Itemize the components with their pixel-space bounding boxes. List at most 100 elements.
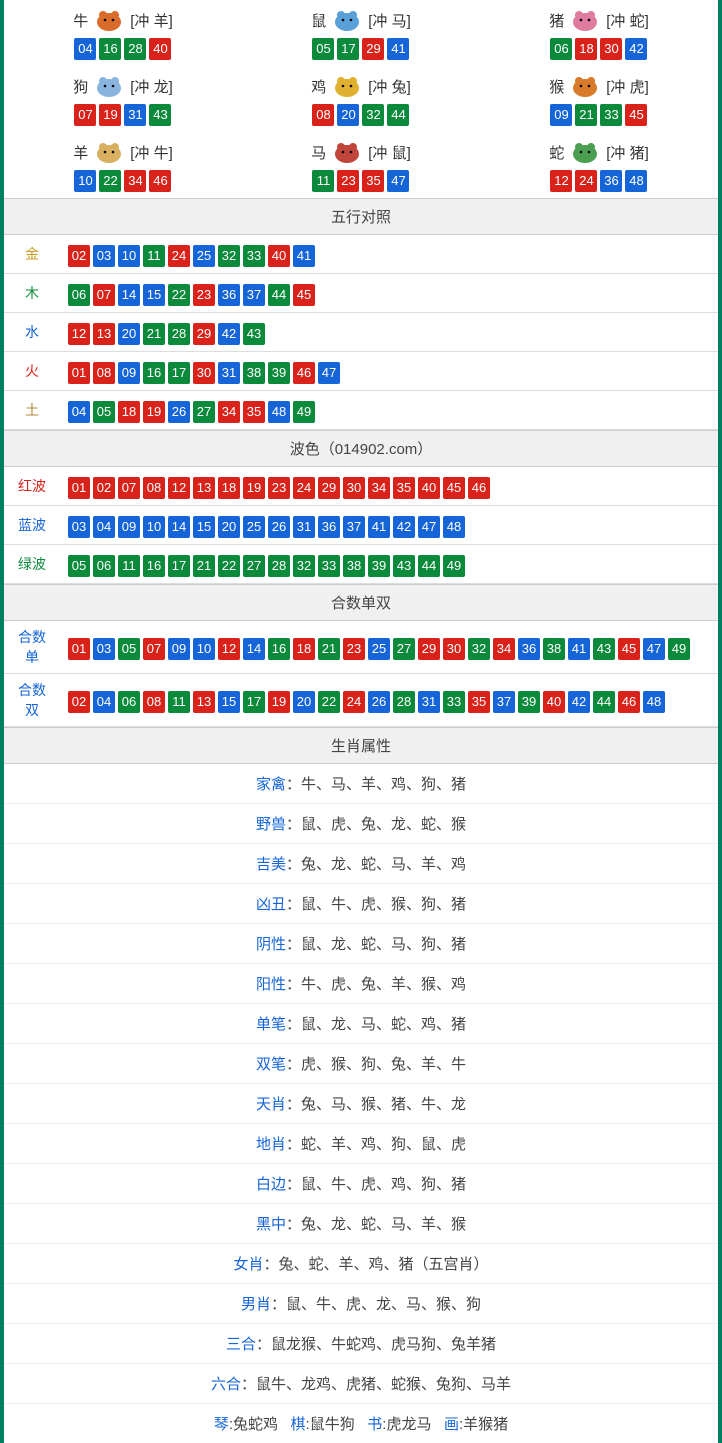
number-tile: 16 bbox=[143, 362, 165, 384]
attr-sep: ： bbox=[286, 1136, 301, 1153]
number-tile: 35 bbox=[393, 477, 415, 499]
number-tile: 18 bbox=[218, 477, 240, 499]
number-tile: 05 bbox=[312, 38, 334, 60]
number-tile: 34 bbox=[493, 638, 515, 660]
number-tile: 10 bbox=[143, 516, 165, 538]
number-tile: 31 bbox=[124, 104, 146, 126]
zodiac-row: 牛 [冲 羊] 04162840 鼠 [冲 马] 05172941 猪 [冲 蛇… bbox=[4, 0, 718, 66]
zodiac-head: 牛 [冲 羊] bbox=[5, 6, 241, 34]
row-numbers: 03040910141520252631363741424748 bbox=[60, 506, 718, 545]
number-tile: 12 bbox=[168, 477, 190, 499]
number-tile: 11 bbox=[312, 170, 334, 192]
zodiac-cell-ox: 牛 [冲 羊] 04162840 bbox=[5, 6, 241, 60]
heshu-table: 合数单 010305070910121416182123252729303234… bbox=[4, 621, 718, 727]
table-row: 合数双 020406081113151719202224262831333537… bbox=[4, 674, 718, 727]
number-tile: 43 bbox=[393, 555, 415, 577]
number-tile: 28 bbox=[393, 691, 415, 713]
number-tile: 32 bbox=[293, 555, 315, 577]
row-numbers: 05061116172122272832333839434449 bbox=[60, 545, 718, 584]
pig-icon bbox=[566, 6, 604, 34]
number-tile: 09 bbox=[118, 362, 140, 384]
footer-value: 鼠牛狗 bbox=[310, 1416, 355, 1433]
number-tile: 17 bbox=[168, 555, 190, 577]
number-tile: 18 bbox=[118, 401, 140, 423]
attr-sep: ： bbox=[241, 1376, 256, 1393]
table-row: 木 06071415222336374445 bbox=[4, 274, 718, 313]
attr-row: 女肖：兔、蛇、羊、鸡、猪（五宫肖） bbox=[4, 1244, 718, 1284]
number-tile: 20 bbox=[218, 516, 240, 538]
table-row: 合数单 010305070910121416182123252729303234… bbox=[4, 621, 718, 674]
number-tile: 48 bbox=[268, 401, 290, 423]
attr-sep: ： bbox=[286, 936, 301, 953]
number-tile: 16 bbox=[268, 638, 290, 660]
number-tile: 07 bbox=[118, 477, 140, 499]
row-numbers: 0102070812131819232429303435404546 bbox=[60, 467, 718, 506]
number-tile: 22 bbox=[168, 284, 190, 306]
zodiac-clash: [冲 兔] bbox=[368, 76, 411, 97]
attr-row: 六合：鼠牛、龙鸡、虎猪、蛇猴、兔狗、马羊 bbox=[4, 1364, 718, 1404]
footer-label: 琴 bbox=[214, 1416, 229, 1433]
number-tile: 40 bbox=[543, 691, 565, 713]
zodiac-name: 鸡 bbox=[311, 76, 326, 97]
number-tile: 30 bbox=[193, 362, 215, 384]
number-tile: 07 bbox=[74, 104, 96, 126]
attr-row: 白边：鼠、牛、虎、鸡、狗、猪 bbox=[4, 1164, 718, 1204]
number-tile: 38 bbox=[343, 555, 365, 577]
attr-value: 鼠龙猴、牛蛇鸡、虎马狗、兔羊猪 bbox=[271, 1336, 496, 1353]
attr-sep: ： bbox=[256, 1336, 271, 1353]
number-tile: 46 bbox=[293, 362, 315, 384]
table-row: 水 1213202128294243 bbox=[4, 313, 718, 352]
number-tile: 33 bbox=[443, 691, 465, 713]
number-tile: 40 bbox=[149, 38, 171, 60]
attr-sep: ： bbox=[286, 976, 301, 993]
attr-value: 鼠、牛、虎、龙、马、猴、狗 bbox=[286, 1296, 481, 1313]
zodiac-row: 狗 [冲 龙] 07193143 鸡 [冲 兔] 08203244 猴 [冲 虎… bbox=[4, 66, 718, 132]
page-container: 牛 [冲 羊] 04162840 鼠 [冲 马] 05172941 猪 [冲 蛇… bbox=[0, 0, 722, 1443]
number-tile: 45 bbox=[625, 104, 647, 126]
number-tile: 08 bbox=[93, 362, 115, 384]
attr-value: 蛇、羊、鸡、狗、鼠、虎 bbox=[301, 1136, 466, 1153]
row-label: 金 bbox=[4, 235, 60, 274]
attr-row: 男肖：鼠、牛、虎、龙、马、猴、狗 bbox=[4, 1284, 718, 1324]
attr-value: 鼠、龙、马、蛇、鸡、猪 bbox=[301, 1016, 466, 1033]
zodiac-numbers: 09213345 bbox=[481, 104, 717, 126]
number-tile: 04 bbox=[68, 401, 90, 423]
number-tile: 11 bbox=[118, 555, 140, 577]
number-tile: 33 bbox=[318, 555, 340, 577]
number-tile: 34 bbox=[124, 170, 146, 192]
number-tile: 48 bbox=[643, 691, 665, 713]
number-tile: 08 bbox=[143, 477, 165, 499]
zodiac-name: 马 bbox=[311, 142, 326, 163]
table-row: 火 0108091617303138394647 bbox=[4, 352, 718, 391]
zodiac-numbers: 07193143 bbox=[5, 104, 241, 126]
zodiac-clash: [冲 猪] bbox=[606, 142, 649, 163]
row-label: 红波 bbox=[4, 467, 60, 506]
number-tile: 47 bbox=[318, 362, 340, 384]
row-label: 火 bbox=[4, 352, 60, 391]
attr-label: 阴性 bbox=[256, 936, 286, 953]
number-tile: 05 bbox=[93, 401, 115, 423]
number-tile: 44 bbox=[268, 284, 290, 306]
number-tile: 27 bbox=[243, 555, 265, 577]
number-tile: 34 bbox=[368, 477, 390, 499]
number-tile: 37 bbox=[343, 516, 365, 538]
number-tile: 36 bbox=[518, 638, 540, 660]
attr-sep: ： bbox=[271, 1296, 286, 1313]
number-tile: 24 bbox=[168, 245, 190, 267]
number-tile: 29 bbox=[193, 323, 215, 345]
table-row: 金 02031011242532334041 bbox=[4, 235, 718, 274]
number-tile: 06 bbox=[68, 284, 90, 306]
number-tile: 12 bbox=[68, 323, 90, 345]
number-tile: 06 bbox=[93, 555, 115, 577]
number-tile: 45 bbox=[293, 284, 315, 306]
number-tile: 08 bbox=[143, 691, 165, 713]
row-numbers: 04051819262734354849 bbox=[60, 391, 718, 430]
row-numbers: 1213202128294243 bbox=[60, 313, 718, 352]
number-tile: 49 bbox=[668, 638, 690, 660]
number-tile: 11 bbox=[168, 691, 190, 713]
number-tile: 03 bbox=[68, 516, 90, 538]
number-tile: 47 bbox=[643, 638, 665, 660]
zodiac-head: 狗 [冲 龙] bbox=[5, 72, 241, 100]
attr-label: 凶丑 bbox=[256, 896, 286, 913]
number-tile: 44 bbox=[418, 555, 440, 577]
